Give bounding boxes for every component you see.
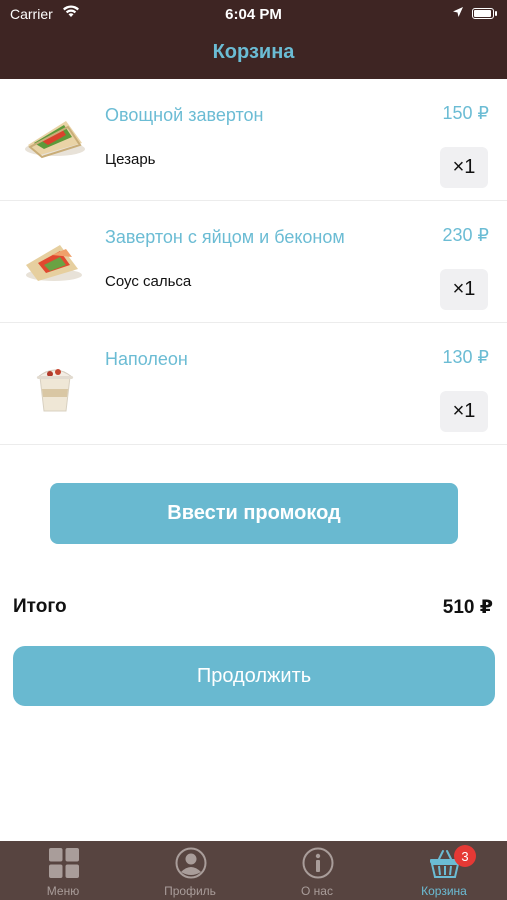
item-name: Завертон с яйцом и беконом xyxy=(105,227,345,247)
item-option: Цезарь xyxy=(105,151,156,168)
wrap-image xyxy=(26,245,82,281)
profile-icon xyxy=(175,847,207,879)
total-label: Итого xyxy=(13,596,67,617)
tab-menu[interactable]: Меню xyxy=(0,841,126,900)
tab-bar: Меню Профиль О нас Корзина xyxy=(0,841,507,900)
item-name: Наполеон xyxy=(105,349,188,369)
location-arrow-icon xyxy=(453,7,463,17)
quantity-button[interactable]: ×1 xyxy=(440,391,488,432)
page-title: Корзина xyxy=(212,41,295,63)
item-name: Овощной завертон xyxy=(105,105,264,125)
tab-cart[interactable]: Корзина xyxy=(381,841,507,900)
tab-label: Профиль xyxy=(164,884,216,898)
total-value: 510 ₽ xyxy=(442,597,493,618)
tab-label: Корзина xyxy=(421,884,467,898)
cart-item[interactable]: Завертон с яйцом и беконом 230 ₽ Соус са… xyxy=(0,201,507,323)
battery-icon xyxy=(472,8,497,19)
status-bar: Carrier 6:04 PM xyxy=(0,0,507,28)
grid-icon xyxy=(49,848,79,878)
item-price: 230 ₽ xyxy=(442,225,490,245)
tab-profile[interactable]: Профиль xyxy=(127,841,253,900)
continue-button[interactable]: Продолжить xyxy=(13,646,495,706)
clock: 6:04 PM xyxy=(225,6,282,23)
cart-count-badge: 3 xyxy=(454,845,476,867)
item-price: 130 ₽ xyxy=(442,347,490,367)
item-option: Соус сальса xyxy=(105,273,192,290)
wrap-image xyxy=(25,121,85,159)
tab-label: О нас xyxy=(301,884,333,898)
navigation-bar: Carrier 6:04 PM Корзина xyxy=(0,0,507,79)
tab-about[interactable]: О нас xyxy=(254,841,380,900)
tab-label: Меню xyxy=(46,884,80,898)
cart-item[interactable]: Наполеон 130 ₽ ×1 xyxy=(0,323,507,445)
dessert-cup-image xyxy=(36,369,74,412)
item-price: 150 ₽ xyxy=(442,103,490,123)
quantity-button[interactable]: ×1 xyxy=(440,147,488,188)
promo-code-button[interactable]: Ввести промокод xyxy=(50,483,458,544)
quantity-button[interactable]: ×1 xyxy=(440,269,488,310)
cart-item[interactable]: Овощной завертон 150 ₽ Цезарь ×1 xyxy=(0,79,507,201)
info-icon xyxy=(302,847,334,879)
